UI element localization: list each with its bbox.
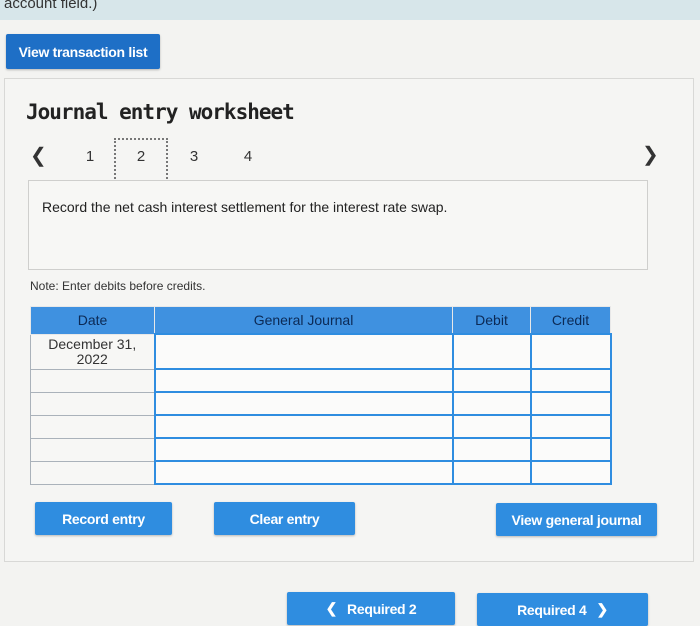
step-3[interactable]: 3	[186, 148, 202, 165]
next-required-button[interactable]: Required 4 ❯	[477, 593, 648, 626]
date-cell	[30, 414, 155, 439]
next-required-label: Required 4	[517, 601, 587, 618]
credit-input[interactable]	[529, 437, 612, 462]
step-1[interactable]: 1	[82, 148, 98, 165]
account-input[interactable]	[153, 460, 454, 485]
prev-required-label: Required 2	[347, 600, 417, 617]
credit-input[interactable]	[529, 333, 612, 370]
cut-off-text: account field.)	[4, 0, 98, 12]
note-text: Note: Enter debits before credits.	[30, 279, 206, 293]
credit-input[interactable]	[529, 460, 612, 485]
chevron-right-icon: ❯	[596, 601, 608, 617]
chevron-left-icon: ❮	[325, 600, 338, 616]
top-strip: account field.)	[0, 0, 700, 20]
step-2[interactable]: 2	[133, 148, 149, 165]
date-cell: December 31, 2022	[30, 333, 155, 370]
account-input[interactable]	[153, 391, 454, 416]
step-4[interactable]: 4	[240, 148, 256, 165]
record-entry-button[interactable]: Record entry	[35, 502, 172, 535]
prev-required-button[interactable]: ❮ Required 2	[287, 592, 455, 625]
account-input[interactable]	[153, 437, 454, 462]
date-cell	[30, 391, 155, 416]
date-cell	[30, 460, 155, 485]
debit-input[interactable]	[451, 460, 532, 485]
view-transaction-list-button[interactable]: View transaction list	[6, 34, 160, 69]
view-general-journal-button[interactable]: View general journal	[496, 503, 657, 536]
credit-input[interactable]	[529, 391, 612, 416]
table-row: December 31, 2022	[30, 333, 612, 370]
column-header-date: Date	[30, 306, 155, 335]
debit-input[interactable]	[451, 414, 532, 439]
account-input[interactable]	[153, 368, 454, 393]
clear-entry-button[interactable]: Clear entry	[214, 502, 355, 535]
credit-input[interactable]	[529, 414, 612, 439]
table-row	[30, 437, 612, 462]
column-header-credit: Credit	[530, 306, 611, 335]
instruction-box: Record the net cash interest settlement …	[28, 180, 648, 270]
table-row	[30, 414, 612, 439]
page-title: Journal entry worksheet	[26, 100, 295, 124]
date-cell	[30, 368, 155, 393]
credit-input[interactable]	[529, 368, 612, 393]
chevron-right-icon[interactable]: ❯	[642, 142, 659, 167]
table-row	[30, 460, 612, 485]
date-cell	[30, 437, 155, 462]
table-row	[30, 391, 612, 416]
account-input[interactable]	[153, 414, 454, 439]
account-input[interactable]	[153, 333, 454, 370]
instruction-text: Record the net cash interest settlement …	[42, 199, 448, 215]
debit-input[interactable]	[451, 368, 532, 393]
debit-input[interactable]	[451, 333, 532, 370]
table-row	[30, 368, 612, 393]
column-header-general-journal: General Journal	[154, 306, 453, 335]
chevron-left-icon[interactable]: ❮	[30, 143, 47, 168]
journal-table: Date General Journal Debit Credit Decemb…	[30, 306, 612, 485]
debit-input[interactable]	[451, 437, 532, 462]
column-header-debit: Debit	[452, 306, 531, 335]
debit-input[interactable]	[451, 391, 532, 416]
